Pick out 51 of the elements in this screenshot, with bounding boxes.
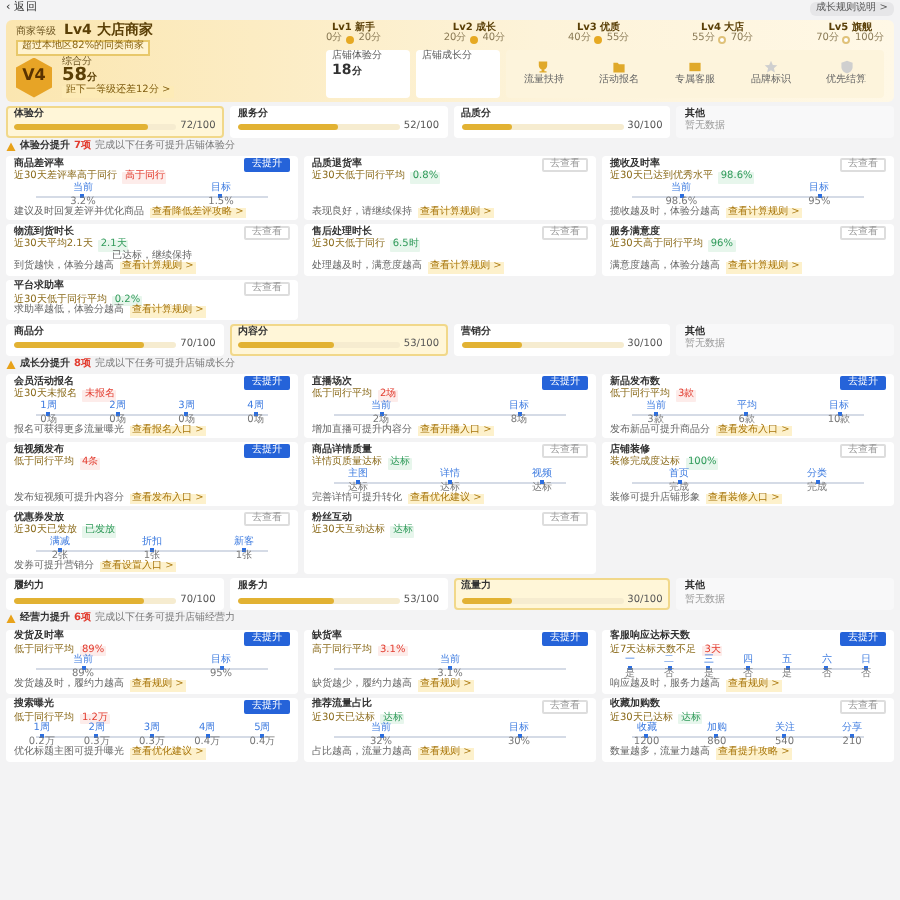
point-marker: [714, 734, 719, 739]
point-marker: [115, 411, 120, 416]
point-marker: [150, 547, 154, 552]
point-marker: [39, 734, 44, 739]
warning-icon: [6, 614, 16, 625]
point-marker: [864, 666, 869, 671]
point-marker: [644, 734, 649, 739]
point-marker: [58, 547, 62, 552]
point-marker: [837, 411, 842, 416]
point-marker: [824, 666, 829, 671]
point-marker: [218, 193, 223, 198]
level-badge: V4: [16, 57, 52, 98]
point-marker: [46, 411, 51, 416]
point-marker: [653, 411, 658, 416]
point-marker: [219, 666, 223, 671]
point-marker: [817, 193, 822, 198]
point-marker: [815, 479, 819, 484]
point-marker: [540, 479, 544, 484]
point-marker: [745, 666, 750, 671]
envelope-icon[interactable]: [687, 59, 702, 74]
point-marker: [260, 734, 265, 739]
cup-icon[interactable]: [536, 59, 551, 74]
point-marker: [447, 666, 452, 671]
point-marker: [850, 734, 855, 739]
point-marker: [785, 666, 790, 671]
point-marker: [744, 411, 749, 416]
point-marker: [80, 193, 85, 198]
point-marker: [184, 411, 189, 416]
point-marker: [679, 193, 684, 198]
point-marker: [667, 666, 672, 671]
warning-icon: [6, 141, 16, 152]
point-marker: [149, 734, 154, 739]
point-marker: [356, 479, 360, 484]
point-marker: [517, 734, 521, 739]
star-icon[interactable]: [763, 59, 778, 74]
shield-icon[interactable]: [839, 59, 854, 74]
point-marker: [253, 411, 258, 416]
point-marker: [379, 411, 383, 416]
folder-icon[interactable]: [612, 59, 627, 74]
warning-icon: [6, 359, 16, 370]
point-marker: [706, 666, 711, 671]
point-marker: [677, 479, 681, 484]
point-marker: [517, 411, 521, 416]
point-marker: [448, 479, 452, 484]
point-marker: [379, 734, 383, 739]
point-marker: [782, 734, 787, 739]
point-marker: [94, 734, 99, 739]
point-marker: [205, 734, 210, 739]
point-marker: [81, 666, 85, 671]
point-marker: [242, 547, 246, 552]
point-marker: [627, 666, 632, 671]
